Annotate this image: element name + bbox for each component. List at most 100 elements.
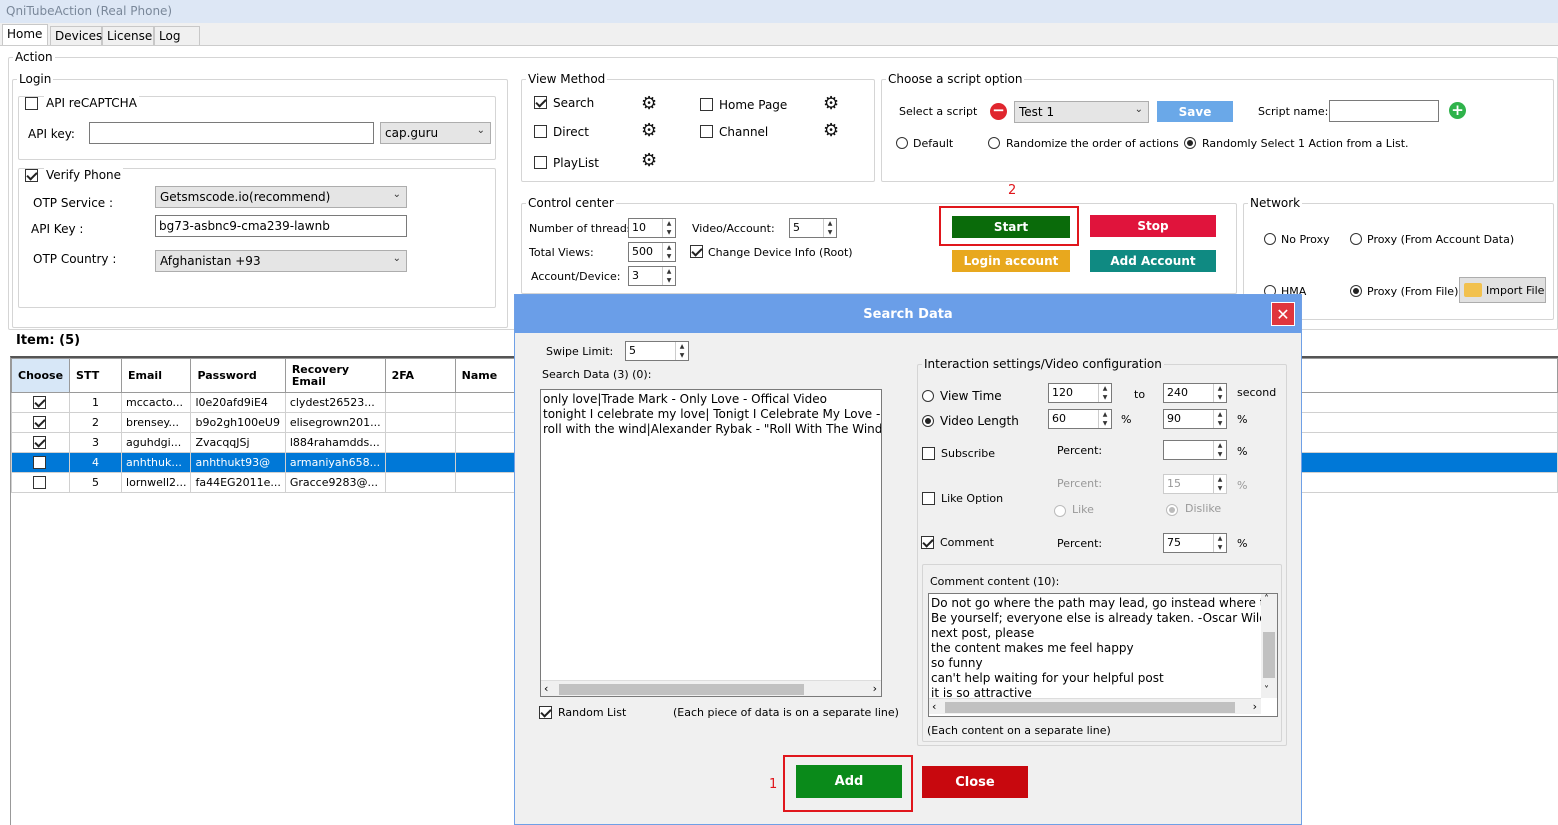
total-views-spinner[interactable]: 500 ▲ ▼ xyxy=(628,242,676,262)
chevron-right-icon[interactable]: › xyxy=(1253,699,1257,714)
like-option-checkbox[interactable] xyxy=(922,492,935,505)
video-length-to-spinner[interactable]: 90 ▲ ▼ xyxy=(1163,409,1227,429)
script-select[interactable]: Test 1 ⌄ xyxy=(1014,101,1149,123)
spin-arrows-icon[interactable]: ▲ ▼ xyxy=(662,219,675,237)
col-password[interactable]: Password xyxy=(190,358,286,393)
choose-cell[interactable] xyxy=(10,392,71,413)
add-script-icon[interactable]: + xyxy=(1449,102,1466,119)
login-account-button[interactable]: Login account xyxy=(952,250,1070,272)
tab-devices[interactable]: Devices xyxy=(50,26,102,46)
save-script-button[interactable]: Save xyxy=(1157,101,1233,122)
scroll-thumb[interactable] xyxy=(1263,632,1275,678)
spin-arrows-icon[interactable]: ▲ ▼ xyxy=(1098,384,1111,402)
scroll-thumb[interactable] xyxy=(559,684,804,695)
scroll-thumb[interactable] xyxy=(945,702,1235,713)
close-button[interactable]: Close xyxy=(922,766,1028,798)
row-checkbox[interactable] xyxy=(33,476,46,489)
search-gear-icon[interactable]: ⚙ xyxy=(641,95,659,113)
subscribe-percent-spinner[interactable]: ▲ ▼ xyxy=(1163,440,1227,460)
remove-script-icon[interactable]: − xyxy=(990,103,1007,120)
view-time-to-spinner[interactable]: 240 ▲ ▼ xyxy=(1163,383,1227,403)
channel-checkbox[interactable] xyxy=(700,125,713,138)
video-account-spinner[interactable]: 5 ▲ ▼ xyxy=(789,218,837,238)
search-data-textarea[interactable]: only love|Trade Mark - Only Love - Offic… xyxy=(540,389,882,697)
row-checkbox[interactable] xyxy=(33,416,46,429)
chevron-up-icon[interactable]: ˄ xyxy=(1264,594,1269,607)
direct-gear-icon[interactable]: ⚙ xyxy=(641,122,659,140)
verify-phone-checkbox[interactable] xyxy=(25,169,38,182)
comment-percent-spinner[interactable]: 75 ▲ ▼ xyxy=(1163,533,1227,553)
chevron-left-icon[interactable]: ‹ xyxy=(544,681,548,696)
threads-spinner[interactable]: 10 ▲ ▼ xyxy=(628,218,676,238)
col-recovery-email[interactable]: Recovery Email xyxy=(284,358,386,393)
spin-arrows-icon[interactable]: ▲ ▼ xyxy=(1213,534,1226,552)
choose-cell[interactable] xyxy=(10,452,71,473)
search-hscrollbar[interactable]: ‹ › xyxy=(541,680,881,696)
playlist-checkbox[interactable] xyxy=(534,156,547,169)
col-email[interactable]: Email xyxy=(121,358,192,393)
proxy-file-radio[interactable] xyxy=(1350,285,1362,297)
dislike-radio[interactable] xyxy=(1166,504,1178,516)
row-checkbox[interactable] xyxy=(33,396,46,409)
spin-arrows-icon[interactable]: ▲ ▼ xyxy=(662,267,675,285)
channel-gear-icon[interactable]: ⚙ xyxy=(823,122,841,140)
spin-arrows-icon[interactable]: ▲ ▼ xyxy=(1213,441,1226,459)
otp-country-select[interactable]: Afghanistan +93 ⌄ xyxy=(155,250,407,272)
proxy-account-radio[interactable] xyxy=(1350,233,1362,245)
recaptcha-checkbox[interactable] xyxy=(25,97,38,110)
account-device-spinner[interactable]: 3 ▲ ▼ xyxy=(628,266,676,286)
tab-license[interactable]: License xyxy=(102,26,154,46)
search-checkbox[interactable] xyxy=(534,96,547,109)
tab-log[interactable]: Log xyxy=(154,26,200,46)
col-stt[interactable]: STT xyxy=(69,358,123,393)
spin-arrows-icon[interactable]: ▲ ▼ xyxy=(1098,410,1111,428)
home-page-gear-icon[interactable]: ⚙ xyxy=(823,95,841,113)
like-radio[interactable] xyxy=(1054,505,1066,517)
change-device-checkbox[interactable] xyxy=(690,245,703,258)
row-checkbox[interactable] xyxy=(33,436,46,449)
playlist-gear-icon[interactable]: ⚙ xyxy=(641,152,659,170)
spin-arrows-icon[interactable]: ▲ ▼ xyxy=(823,219,836,237)
spin-arrows-icon[interactable]: ▲ ▼ xyxy=(1213,410,1226,428)
choose-cell[interactable] xyxy=(10,432,71,453)
chevron-left-icon[interactable]: ‹ xyxy=(932,699,936,714)
chevron-right-icon[interactable]: › xyxy=(873,681,877,696)
spin-arrows-icon[interactable]: ▲ ▼ xyxy=(675,342,688,360)
comment-content-textarea[interactable]: Do not go where the path may lead, go in… xyxy=(928,593,1278,717)
tab-home[interactable]: Home xyxy=(2,24,48,46)
col-name[interactable]: Name xyxy=(454,358,520,393)
add-account-button[interactable]: Add Account xyxy=(1090,250,1216,272)
comment-checkbox[interactable] xyxy=(921,536,934,549)
row-checkbox[interactable] xyxy=(33,456,46,469)
view-time-from-spinner[interactable]: 120 ▲ ▼ xyxy=(1048,383,1112,403)
choose-cell[interactable] xyxy=(10,472,71,493)
comment-hscrollbar[interactable]: ‹ › xyxy=(929,698,1261,714)
col-choose[interactable]: Choose xyxy=(10,358,71,393)
comment-vscrollbar[interactable]: ˄ ˅ xyxy=(1261,594,1277,698)
spin-arrows-icon[interactable]: ▲ ▼ xyxy=(1213,384,1226,402)
default-radio[interactable] xyxy=(896,137,908,149)
choose-cell[interactable] xyxy=(10,412,71,433)
home-page-checkbox[interactable] xyxy=(700,98,713,111)
video-length-radio[interactable] xyxy=(922,415,934,427)
view-time-radio[interactable] xyxy=(922,390,934,402)
api-key-input[interactable] xyxy=(89,122,374,144)
spin-arrows-icon[interactable]: ▲ ▼ xyxy=(1213,475,1226,493)
no-proxy-radio[interactable] xyxy=(1264,233,1276,245)
like-percent-spinner[interactable]: 15 ▲ ▼ xyxy=(1163,474,1227,494)
random-select-radio[interactable] xyxy=(1184,137,1196,149)
random-list-checkbox[interactable] xyxy=(539,706,552,719)
dialog-close-icon[interactable]: ✕ xyxy=(1271,302,1295,326)
chevron-down-icon[interactable]: ˅ xyxy=(1264,683,1269,698)
direct-checkbox[interactable] xyxy=(534,125,547,138)
otp-service-select[interactable]: Getsmscode.io(recommend) ⌄ xyxy=(155,186,407,208)
stop-button[interactable]: Stop xyxy=(1090,215,1216,237)
swipe-limit-spinner[interactable]: 5 ▲ ▼ xyxy=(625,341,689,361)
import-file-button[interactable]: Import File xyxy=(1459,277,1546,303)
api-key2-input[interactable]: bg73-asbnc9-cma239-lawnb xyxy=(155,215,407,237)
spin-arrows-icon[interactable]: ▲ ▼ xyxy=(662,243,675,261)
col-2fa[interactable]: 2FA xyxy=(384,358,456,393)
subscribe-checkbox[interactable] xyxy=(922,447,935,460)
captcha-provider-select[interactable]: cap.guru ⌄ xyxy=(380,122,491,144)
script-name-input[interactable] xyxy=(1329,100,1439,122)
